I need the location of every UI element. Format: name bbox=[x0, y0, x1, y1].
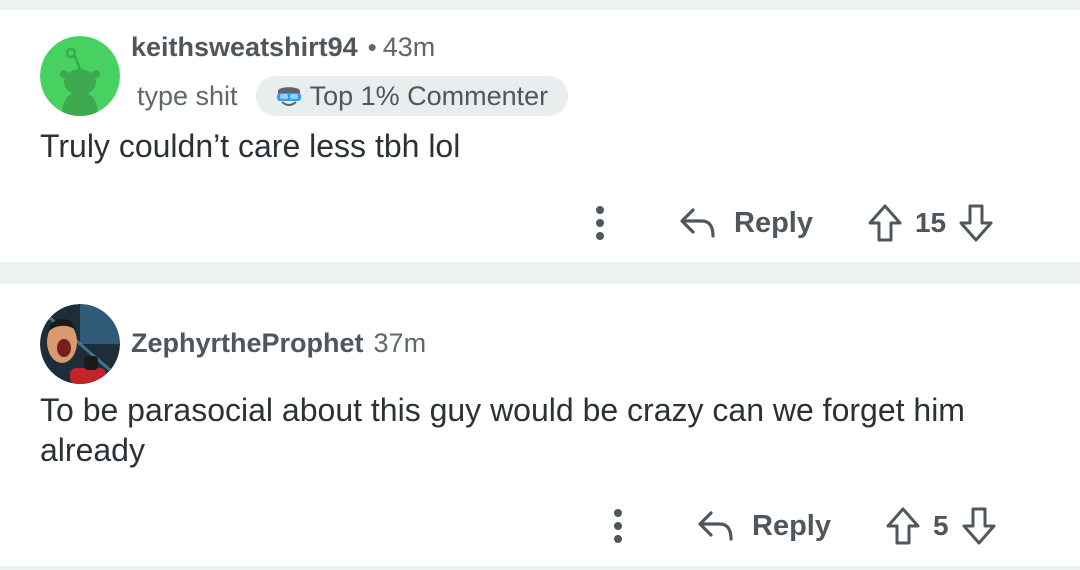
vote-group: 5 bbox=[883, 504, 999, 548]
downvote-button[interactable] bbox=[959, 504, 999, 548]
comment-card: keithsweatshirt94 • 43m type shit Top 1%… bbox=[0, 10, 1080, 262]
avatar[interactable] bbox=[40, 36, 120, 116]
author-line: ZephyrtheProphet 37m bbox=[131, 328, 426, 359]
reply-arrow-icon bbox=[698, 511, 733, 541]
downvote-arrow-icon bbox=[959, 204, 993, 242]
snoo-avatar-icon bbox=[40, 36, 120, 116]
username[interactable]: ZephyrtheProphet bbox=[131, 328, 364, 359]
reply-arrow-icon bbox=[680, 208, 715, 238]
downvote-button[interactable] bbox=[956, 201, 996, 245]
upvote-arrow-icon bbox=[868, 204, 902, 242]
avatar[interactable] bbox=[40, 304, 120, 384]
top-commenter-icon bbox=[274, 83, 304, 109]
more-options-button[interactable] bbox=[578, 198, 622, 248]
badge-label: Top 1% Commenter bbox=[309, 80, 549, 111]
comment-actions: Reply 15 bbox=[578, 198, 996, 248]
comment-actions: Reply 5 bbox=[596, 501, 999, 551]
more-vertical-icon bbox=[614, 509, 622, 543]
vote-score: 15 bbox=[914, 207, 947, 238]
more-vertical-icon bbox=[596, 206, 604, 240]
upvote-button[interactable] bbox=[883, 504, 923, 548]
author-line: keithsweatshirt94 • 43m bbox=[131, 32, 435, 63]
comment-card: ZephyrtheProphet 37m To be parasocial ab… bbox=[0, 284, 1080, 566]
comment-body: Truly couldn’t care less tbh lol bbox=[40, 128, 461, 164]
vote-score: 5 bbox=[932, 510, 949, 541]
vote-group: 15 bbox=[865, 201, 996, 245]
upvote-arrow-icon bbox=[886, 507, 920, 545]
upvote-button[interactable] bbox=[865, 201, 905, 245]
reply-button[interactable]: Reply bbox=[696, 509, 831, 543]
username[interactable]: keithsweatshirt94 bbox=[131, 32, 358, 63]
more-options-button[interactable] bbox=[596, 501, 640, 551]
comment-thread: keithsweatshirt94 • 43m type shit Top 1%… bbox=[0, 0, 1080, 570]
timestamp: 37m bbox=[373, 328, 427, 358]
flair-line: type shit Top 1% Commenter bbox=[137, 76, 569, 116]
reply-label: Reply bbox=[752, 509, 831, 542]
timestamp: 43m bbox=[382, 32, 436, 62]
separator-dot: • bbox=[367, 32, 377, 62]
downvote-arrow-icon bbox=[962, 507, 996, 545]
reply-button[interactable]: Reply bbox=[678, 206, 813, 240]
user-flair: type shit bbox=[137, 80, 238, 111]
cartoon-avatar-icon bbox=[40, 304, 120, 384]
comment-body: To be parasocial about this guy would be… bbox=[40, 392, 965, 468]
top-commenter-badge[interactable]: Top 1% Commenter bbox=[255, 76, 569, 116]
reply-label: Reply bbox=[734, 206, 813, 239]
